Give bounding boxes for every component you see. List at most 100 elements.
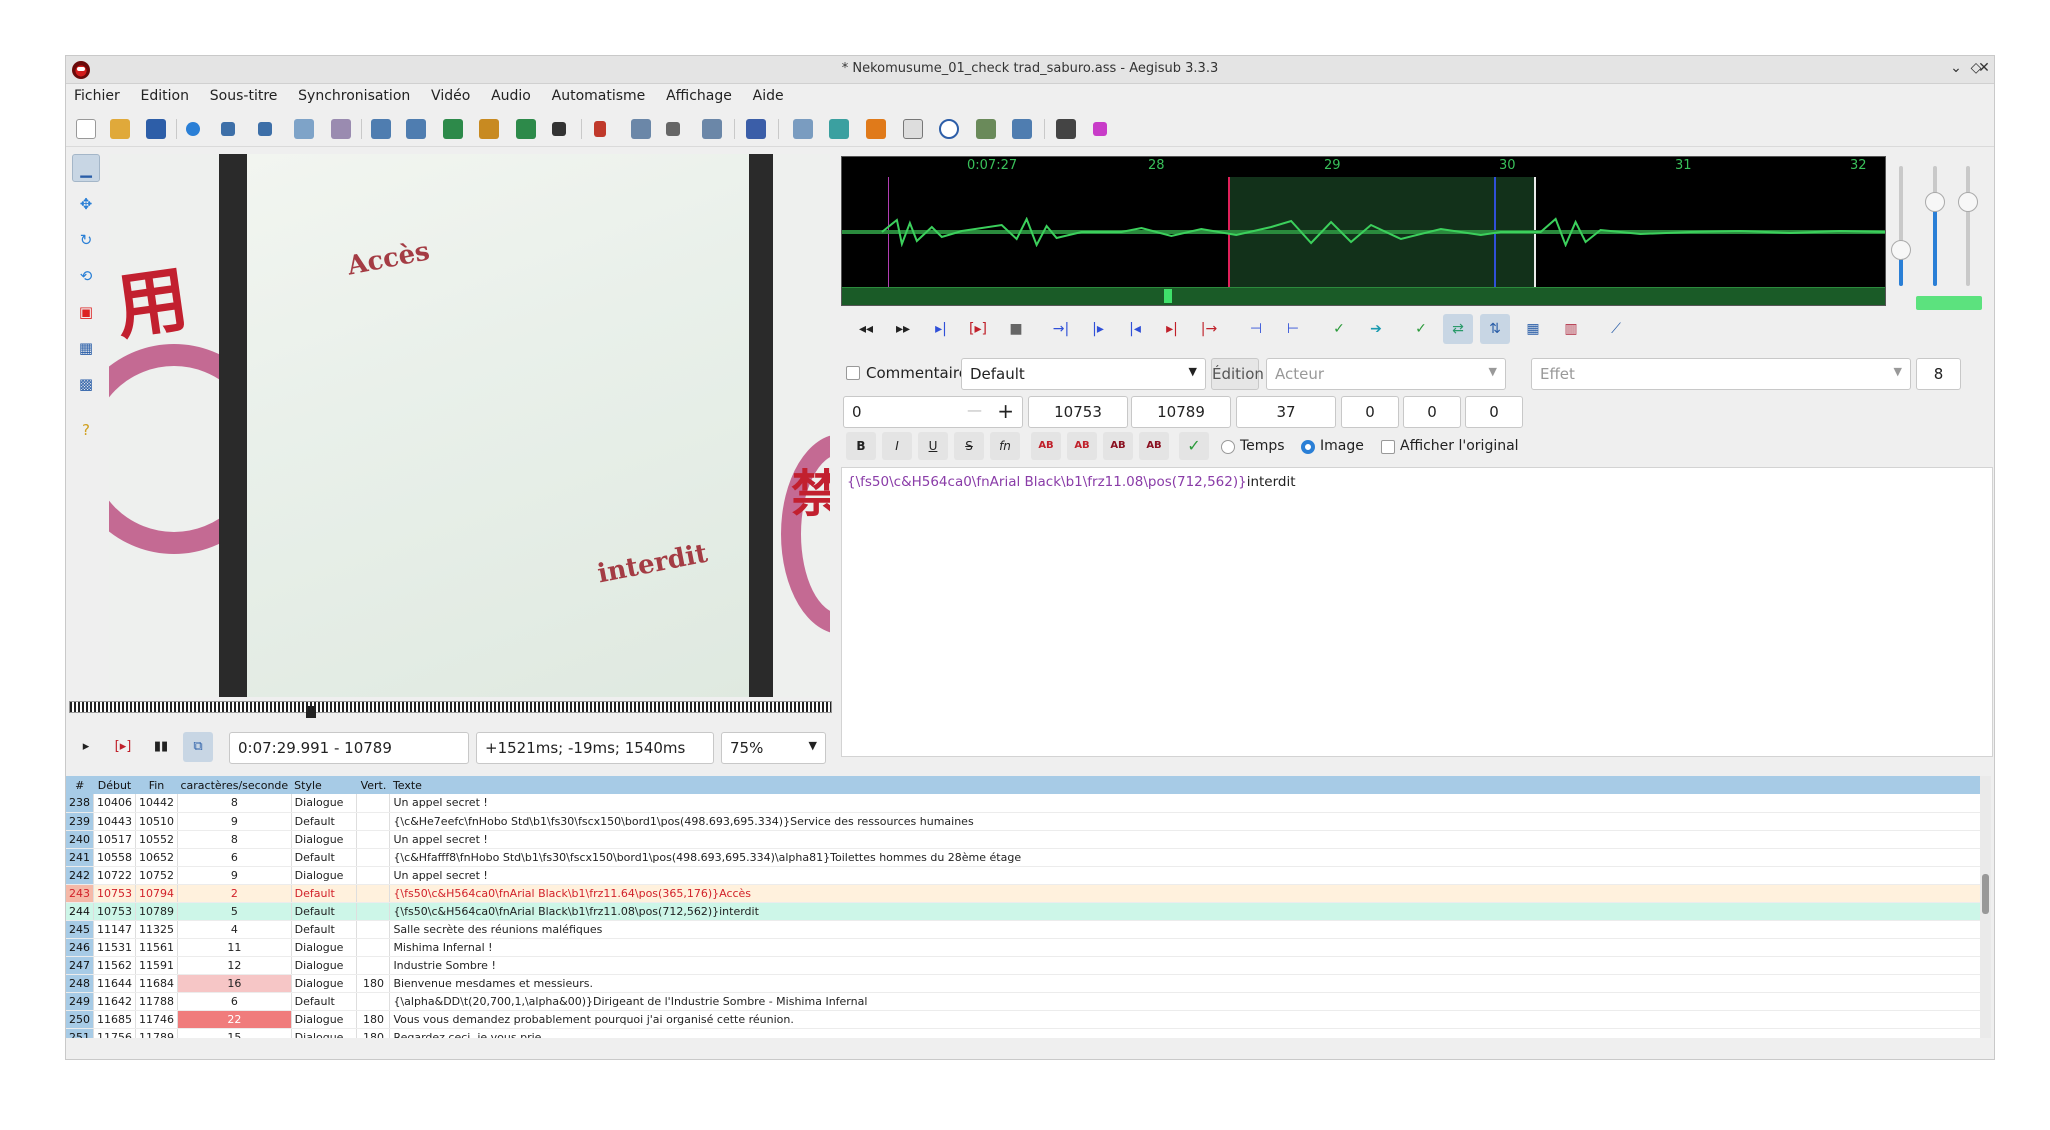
margin-vertical-field[interactable]: 0 bbox=[1465, 396, 1523, 428]
bold-button[interactable]: B bbox=[846, 432, 876, 460]
comment-checkbox[interactable] bbox=[846, 366, 860, 380]
table-row[interactable]: 241 10558 10652 6 Default {\c&Hfafff8\fnHobo … bbox=[66, 848, 1991, 867]
timing-postprocessor-icon[interactable] bbox=[516, 119, 536, 139]
video-seek-bar[interactable] bbox=[69, 701, 832, 713]
table-row[interactable]: 244 10753 10789 5 Default {\fs50\c&H564ca0\fn… bbox=[66, 902, 1991, 921]
attachments-icon[interactable] bbox=[371, 119, 391, 139]
col-start[interactable]: Début bbox=[93, 776, 136, 794]
radio-frame[interactable] bbox=[1301, 440, 1315, 454]
table-row[interactable]: 249 11642 11788 6 Default {\alpha&DD\t(20,700… bbox=[66, 992, 1991, 1011]
table-row[interactable]: 245 11147 11325 4 Default Salle secrète des r… bbox=[66, 920, 1991, 939]
prev-line-icon[interactable]: ◂◂ bbox=[851, 314, 881, 344]
radio-time[interactable] bbox=[1221, 440, 1235, 454]
audio-scroll-ruler[interactable] bbox=[842, 287, 1885, 305]
automation-icon[interactable] bbox=[594, 121, 606, 137]
col-style[interactable]: Style bbox=[291, 776, 357, 794]
karaoke-icon[interactable]: ▥ bbox=[1556, 314, 1586, 344]
kanji-timer-icon[interactable] bbox=[552, 122, 566, 136]
zoom-icon[interactable] bbox=[793, 119, 813, 139]
play-before-start-icon[interactable]: →| bbox=[1046, 314, 1076, 344]
audio-vertical-zoom-slider[interactable] bbox=[1925, 166, 1945, 286]
actor-field[interactable]: Acteur ▼ bbox=[1266, 358, 1506, 390]
clip-rect-icon[interactable]: ▦ bbox=[72, 334, 100, 362]
play-after-end-icon[interactable]: ▸| bbox=[1157, 314, 1187, 344]
rotate-z-icon[interactable]: ↻ bbox=[72, 226, 100, 254]
play-before-end-icon[interactable]: |◂ bbox=[1120, 314, 1150, 344]
table-row[interactable]: 238 10406 10442 8 Dialogue Un appel secret ! bbox=[66, 794, 1991, 813]
style-select[interactable]: Default ▼ bbox=[961, 358, 1206, 390]
table-row[interactable]: 246 11531 11561 11 Dialogue Mishima Infernal … bbox=[66, 938, 1991, 957]
strikeout-button[interactable]: S bbox=[954, 432, 984, 460]
table-row[interactable]: 243 10753 10794 2 Default {\fs50\c&H564ca0\fn… bbox=[66, 884, 1991, 903]
lead-out-icon[interactable]: ⊢ bbox=[1278, 314, 1308, 344]
spellcheck-icon[interactable] bbox=[666, 122, 680, 136]
col-cps[interactable]: caractères/seconde bbox=[177, 776, 292, 794]
audio-zoom-slider[interactable] bbox=[1891, 166, 1911, 286]
play-line-icon[interactable]: [▸] bbox=[108, 732, 138, 762]
open-file-icon[interactable] bbox=[110, 119, 130, 139]
subtitle-offset-field[interactable]: +1521ms; -19ms; 1540ms bbox=[476, 732, 714, 764]
lead-in-icon[interactable]: ⊣ bbox=[1241, 314, 1271, 344]
show-original-checkbox[interactable] bbox=[1381, 440, 1395, 454]
frame-icon[interactable] bbox=[903, 119, 923, 139]
commit-icon[interactable]: ✓ bbox=[1324, 314, 1354, 344]
clip-vector-icon[interactable]: ▩ bbox=[72, 370, 100, 398]
effect-field[interactable]: Effet ▼ bbox=[1531, 358, 1911, 390]
find-replace-icon[interactable] bbox=[258, 122, 272, 136]
snap-icon[interactable] bbox=[976, 119, 996, 139]
help-icon[interactable]: ? bbox=[72, 416, 100, 444]
menu-edition[interactable]: Edition bbox=[133, 84, 197, 104]
shadow-color-button[interactable]: AB bbox=[1139, 432, 1169, 460]
plus-icon[interactable]: + bbox=[997, 399, 1014, 423]
video-details-icon[interactable] bbox=[479, 119, 499, 139]
link-sliders-toggle[interactable] bbox=[1916, 296, 1982, 310]
play-current-line-icon[interactable]: [▸] bbox=[963, 314, 993, 344]
audio-waveform[interactable]: 0:07:27 28 29 30 31 32 bbox=[841, 156, 1886, 306]
col-end[interactable]: Fin bbox=[135, 776, 178, 794]
audio-volume-slider[interactable] bbox=[1958, 166, 1978, 286]
grid-scrollbar[interactable] bbox=[1980, 776, 1991, 1038]
stop-icon[interactable]: ■ bbox=[1001, 314, 1031, 344]
spectrum-icon[interactable]: ▦ bbox=[1518, 314, 1548, 344]
outline-color-button[interactable]: AB bbox=[1103, 432, 1133, 460]
menu-aide[interactable]: Aide bbox=[745, 84, 792, 104]
menu-synchronisation[interactable]: Synchronisation bbox=[290, 84, 418, 104]
margin-left-field[interactable]: 0 bbox=[1341, 396, 1399, 428]
subtitle-grid[interactable]: # Début Fin caractères/seconde Style Ver… bbox=[66, 776, 1991, 1038]
standard-tool-icon[interactable]: ▁ bbox=[72, 154, 100, 182]
edit-style-button[interactable]: Édition bbox=[1211, 358, 1264, 390]
primary-color-button[interactable]: AB bbox=[1031, 432, 1061, 460]
menu-automatisme[interactable]: Automatisme bbox=[544, 84, 654, 104]
scale-tool-icon[interactable]: ▣ bbox=[72, 298, 100, 326]
timer-icon[interactable] bbox=[939, 119, 959, 139]
karaoke-split-icon[interactable]: ⟋ bbox=[1601, 314, 1631, 344]
go-next-icon[interactable]: ➔ bbox=[1361, 314, 1391, 344]
properties-icon[interactable] bbox=[331, 119, 351, 139]
table-row[interactable]: 247 11562 11591 12 Dialogue Industrie Sombre … bbox=[66, 956, 1991, 975]
col-number[interactable]: # bbox=[66, 776, 94, 794]
auto-commit-icon[interactable]: ✓ bbox=[1406, 314, 1436, 344]
close-icon[interactable]: ✕ bbox=[1974, 60, 1994, 76]
next-icon[interactable] bbox=[866, 119, 886, 139]
col-vert[interactable]: Vert. bbox=[356, 776, 390, 794]
table-row[interactable]: 240 10517 10552 8 Dialogue Un appel secret ! bbox=[66, 830, 1991, 849]
check-icon[interactable] bbox=[1012, 119, 1032, 139]
table-row[interactable]: 242 10722 10752 9 Dialogue Un appel secret ! bbox=[66, 866, 1991, 885]
shift-times-icon[interactable] bbox=[746, 119, 766, 139]
grid-scroll-thumb[interactable] bbox=[1982, 874, 1989, 914]
subtitle-text-editor[interactable]: {\fs50\c&H564ca0\fnArial Black\b1\frz11.… bbox=[841, 467, 1993, 757]
styles-manager-icon[interactable] bbox=[294, 119, 314, 139]
start-frame-field[interactable]: 10753 bbox=[1028, 396, 1128, 428]
pause-icon[interactable]: ▮▮ bbox=[146, 732, 176, 762]
col-text[interactable]: Texte bbox=[389, 776, 1991, 794]
layer-spinner[interactable]: 0 — + bbox=[843, 396, 1023, 428]
translation-assistant-icon[interactable] bbox=[631, 119, 651, 139]
auto-next-icon[interactable]: ⇄ bbox=[1443, 314, 1473, 344]
drag-tool-icon[interactable]: ✥ bbox=[72, 190, 100, 218]
audio-icon[interactable] bbox=[829, 119, 849, 139]
secondary-color-button[interactable]: AB bbox=[1067, 432, 1097, 460]
resample-icon[interactable] bbox=[443, 119, 463, 139]
play-icon[interactable]: ▸ bbox=[71, 732, 101, 762]
options-icon[interactable] bbox=[1056, 119, 1076, 139]
underline-button[interactable]: U bbox=[918, 432, 948, 460]
